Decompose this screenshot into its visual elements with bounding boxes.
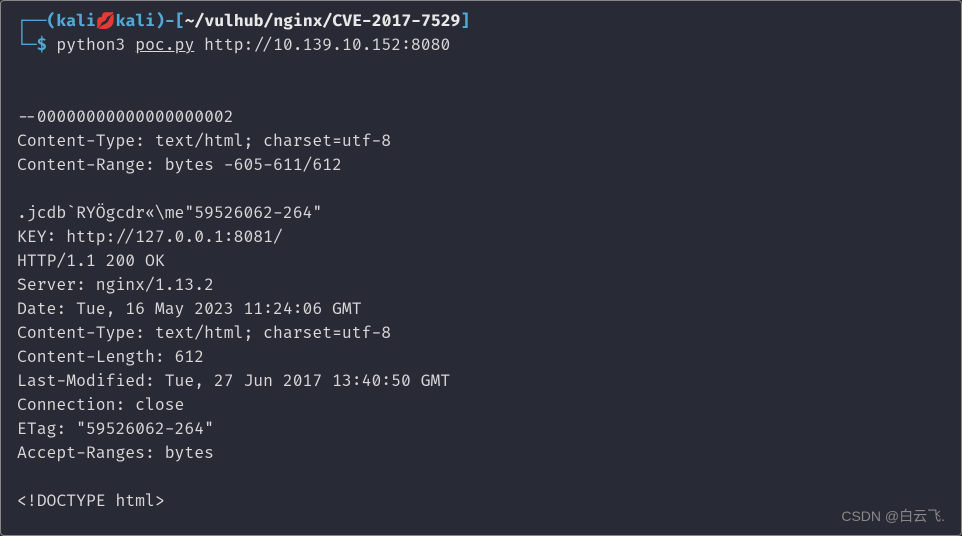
output-line: KEY: http://127.0.0.1:8081/ <box>17 225 945 249</box>
url-arg: http://10.139.10.152:8080 <box>204 35 450 55</box>
output-line: Content-Range: bytes -605-611/612 <box>17 153 945 177</box>
bracket-open: [ <box>175 11 185 31</box>
output-line: HTTP/1.1 200 OK <box>17 249 945 273</box>
output-line: Server: nginx/1.13.2 <box>17 273 945 297</box>
output-line <box>17 465 945 489</box>
dollar-sign: $ <box>37 35 47 55</box>
user-1: kali <box>56 11 95 31</box>
output-line: Content-Type: text/html; charset=utf-8 <box>17 321 945 345</box>
output-line <box>17 81 945 105</box>
output-line: Accept-Ranges: bytes <box>17 441 945 465</box>
output-line: .jcdb`RYÖgcdr«\me"59526062-264" <box>17 201 945 225</box>
output-line: Content-Type: text/html; charset=utf-8 <box>17 129 945 153</box>
cwd-path: /vulhub/nginx/CVE-2017-7529 <box>195 11 461 31</box>
output-line: --00000000000000000002 <box>17 105 945 129</box>
lips-icon: 💋 <box>96 11 116 31</box>
output-line: Content-Length: 612 <box>17 345 945 369</box>
prompt-line-2[interactable]: └─$ python3 poc.py http://10.139.10.152:… <box>17 33 945 57</box>
output-line: Last-Modified: Tue, 27 Jun 2017 13:40:50… <box>17 369 945 393</box>
output-line <box>17 57 945 81</box>
tilde: ~ <box>185 11 195 31</box>
terminal-output: --00000000000000000002 Content-Type: tex… <box>17 57 945 513</box>
paren-open: ( <box>47 11 57 31</box>
prompt-line-1: ┌──(kali💋kali)-[~/vulhub/nginx/CVE-2017-… <box>17 9 945 33</box>
box-char-bottom: └─ <box>17 35 37 55</box>
watermark: CSDN @白云飞. <box>841 506 945 527</box>
bracket-close: ] <box>460 11 470 31</box>
box-char-top: ┌── <box>17 11 47 31</box>
paren-close: ) <box>155 11 165 31</box>
output-line: Date: Tue, 16 May 2023 11:24:06 GMT <box>17 297 945 321</box>
output-line: ETag: "59526062-264" <box>17 417 945 441</box>
user-2: kali <box>116 11 155 31</box>
dash: - <box>165 11 175 31</box>
command: python3 <box>56 35 125 55</box>
output-line <box>17 177 945 201</box>
output-line: <!DOCTYPE html> <box>17 489 945 513</box>
output-line: Connection: close <box>17 393 945 417</box>
script-name: poc.py <box>135 35 194 55</box>
